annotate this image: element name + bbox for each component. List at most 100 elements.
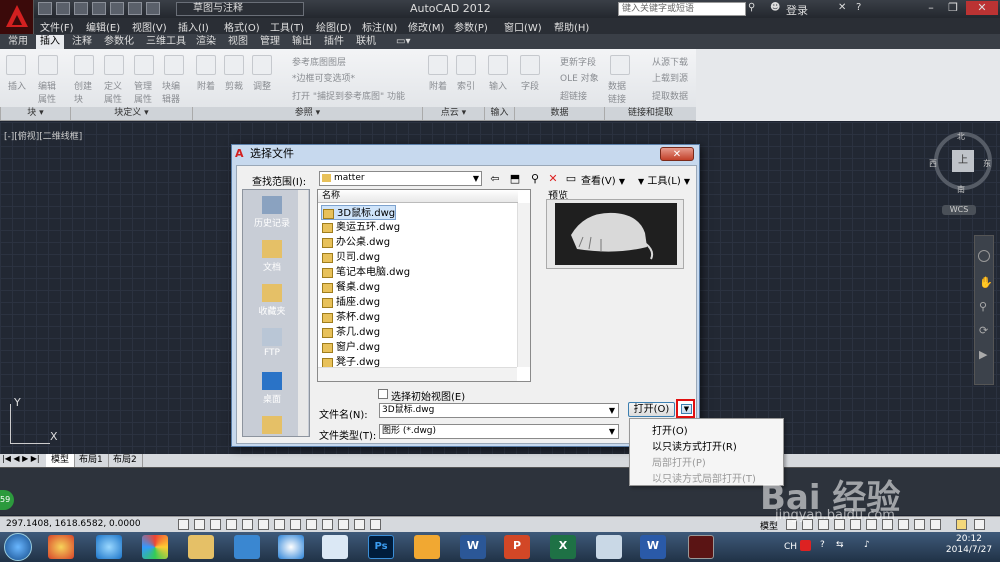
snap-mode-icon[interactable] (194, 519, 205, 530)
ortho-mode-icon[interactable] (226, 519, 237, 530)
object-snap-icon[interactable] (258, 519, 269, 530)
tab-nav-arrows-icon[interactable]: |◀ ◀ ▶ ▶| (2, 454, 40, 463)
pan-icon[interactable]: ✋ (979, 276, 993, 289)
panel-reference[interactable]: 参照 ▾ (192, 107, 422, 120)
tab-output[interactable]: 输出 (288, 35, 316, 49)
search-input[interactable]: 键入关键字或短语 (618, 2, 746, 16)
clock[interactable]: 20:12 2014/7/27 (940, 534, 998, 556)
tab-render[interactable]: 渲染 (192, 35, 220, 49)
filetype-select[interactable]: 图形 (*.dwg) ▼ (379, 424, 619, 439)
panel-block[interactable]: 块 ▾ (0, 107, 70, 120)
tab-parametric[interactable]: 参数化 (100, 35, 138, 49)
menu-parametric[interactable]: 参数(P) (454, 19, 488, 34)
file-list-vscrollbar[interactable] (517, 203, 530, 367)
word-icon[interactable]: W (460, 535, 486, 559)
extract-data-button[interactable]: 提取数据 (652, 89, 688, 102)
save-as-icon[interactable] (92, 2, 106, 15)
file-list-hscrollbar[interactable] (318, 367, 517, 381)
tab-layout2[interactable]: 布局2 (108, 454, 143, 467)
ime-icon[interactable] (800, 540, 811, 551)
snap-underlay-button[interactable]: 打开 "捕捉到参考底图" 功能 (292, 89, 405, 102)
otrack-icon[interactable] (290, 519, 301, 530)
file-item[interactable]: 办公桌.dwg (321, 235, 390, 250)
3d-osnap-icon[interactable] (274, 519, 285, 530)
menu-edit[interactable]: 编辑(E) (86, 19, 120, 34)
file-item[interactable]: 茶杯.dwg (321, 310, 380, 325)
network-tray-icon[interactable]: ⇆ (836, 540, 844, 550)
navigation-bar[interactable]: ✋ ⚲ ⟳ ▶ (974, 235, 994, 385)
tab-insert[interactable]: 插入 (36, 35, 64, 49)
tab-plugins[interactable]: 插件 (320, 35, 348, 49)
file-list[interactable]: 名称 3D鼠标.dwg 奥运五环.dwg 办公桌.dwg 贝司.dwg 笔记本电… (317, 189, 531, 382)
minimize-icon[interactable]: – (922, 1, 940, 15)
powerpoint-icon[interactable]: P (504, 535, 530, 559)
file-item[interactable]: 贝司.dwg (321, 250, 380, 265)
help-tray-icon[interactable]: ? (820, 540, 825, 550)
lineweight-icon[interactable] (338, 519, 349, 530)
up-folder-icon[interactable]: ⬒ (508, 172, 522, 185)
file-item[interactable]: 3D鼠标.dwg (321, 205, 397, 220)
tab-online[interactable]: 联机 (352, 35, 380, 49)
menu-insert[interactable]: 插入(I) (178, 19, 209, 34)
file-item[interactable]: 笔记本电脑.dwg (321, 265, 410, 280)
file-item[interactable]: 插座.dwg (321, 295, 380, 310)
file-item[interactable]: 奥运五环.dwg (321, 220, 400, 235)
autocad-taskbar-icon[interactable] (688, 535, 714, 559)
places-scrollbar[interactable] (298, 190, 308, 436)
zoom-icon[interactable]: ⚲ (979, 300, 987, 313)
viewcube-top-face[interactable]: 上 (952, 150, 974, 172)
open-options-button[interactable]: ▼ (676, 399, 695, 418)
new-folder-icon[interactable]: ▭ (564, 172, 578, 185)
tab-home[interactable]: 常用 (4, 35, 32, 49)
volume-icon[interactable]: ♪ (864, 540, 870, 550)
showmotion-icon[interactable]: ▶ (979, 348, 987, 361)
menu-window[interactable]: 窗口(W) (504, 19, 542, 34)
place-desktop[interactable]: 桌面 (243, 372, 301, 405)
wps-writer-icon[interactable]: W (640, 535, 666, 559)
dialog-close-button[interactable]: ✕ (660, 147, 694, 161)
tab-layout1[interactable]: 布局1 (74, 454, 109, 467)
steering-wheel-icon[interactable] (978, 250, 990, 262)
file-item[interactable]: 凳子.dwg (321, 355, 380, 367)
tools-menu[interactable]: ▼ 工具(L) ▼ (638, 172, 690, 187)
photoshop-icon[interactable]: Ps (368, 535, 394, 559)
binoculars-icon[interactable]: ⚲ (748, 2, 762, 15)
import-icon[interactable] (488, 55, 508, 75)
transparency-icon[interactable] (354, 519, 365, 530)
back-icon[interactable]: ⇦ (488, 172, 502, 185)
edit-attribute-icon[interactable] (38, 55, 58, 75)
look-in-select[interactable]: matter ▼ (319, 171, 482, 186)
quick-properties-icon[interactable] (370, 519, 381, 530)
list-header-name[interactable]: 名称 (318, 190, 518, 203)
photo-viewer-icon[interactable] (142, 535, 168, 559)
place-history[interactable]: 历史记录 (243, 196, 301, 229)
attach-ref-icon[interactable] (196, 55, 216, 75)
clean-screen-icon[interactable] (930, 519, 941, 530)
view-menu[interactable]: 查看(V) ▼ (581, 172, 625, 187)
paint-icon[interactable] (596, 535, 622, 559)
search-web-icon[interactable]: ⚲ (528, 172, 542, 185)
manage-attribute-icon[interactable] (134, 55, 154, 75)
status-menu-icon[interactable] (974, 519, 985, 530)
menu-help[interactable]: 帮助(H) (554, 19, 589, 34)
restore-icon[interactable]: ❐ (944, 1, 962, 15)
tab-manage[interactable]: 管理 (256, 35, 284, 49)
tab-3d-tools[interactable]: 三维工具 (142, 35, 190, 49)
menu-view[interactable]: 视图(V) (132, 19, 167, 34)
delete-icon[interactable]: ✕ (546, 172, 560, 185)
network-app-icon[interactable] (322, 535, 348, 559)
tab-model[interactable]: 模型 (46, 454, 76, 467)
place-documents[interactable]: 文档 (243, 240, 301, 273)
autocad-logo-icon[interactable] (0, 0, 34, 34)
file-item[interactable]: 茶几.dwg (321, 325, 380, 340)
upload-to-source-button[interactable]: 上载到源 (652, 71, 688, 84)
data-link-icon[interactable] (610, 55, 630, 75)
file-explorer-icon[interactable] (188, 535, 214, 559)
dynamic-input-icon[interactable] (322, 519, 333, 530)
isolate-objects-icon[interactable] (914, 519, 925, 530)
menu-open-readonly[interactable]: 以只读方式打开(R) (652, 438, 737, 453)
tab-annotate[interactable]: 注释 (68, 35, 96, 49)
open-button[interactable]: 打开(O) (628, 402, 675, 417)
grid-display-icon[interactable] (210, 519, 221, 530)
menu-draw[interactable]: 绘图(D) (316, 19, 352, 34)
